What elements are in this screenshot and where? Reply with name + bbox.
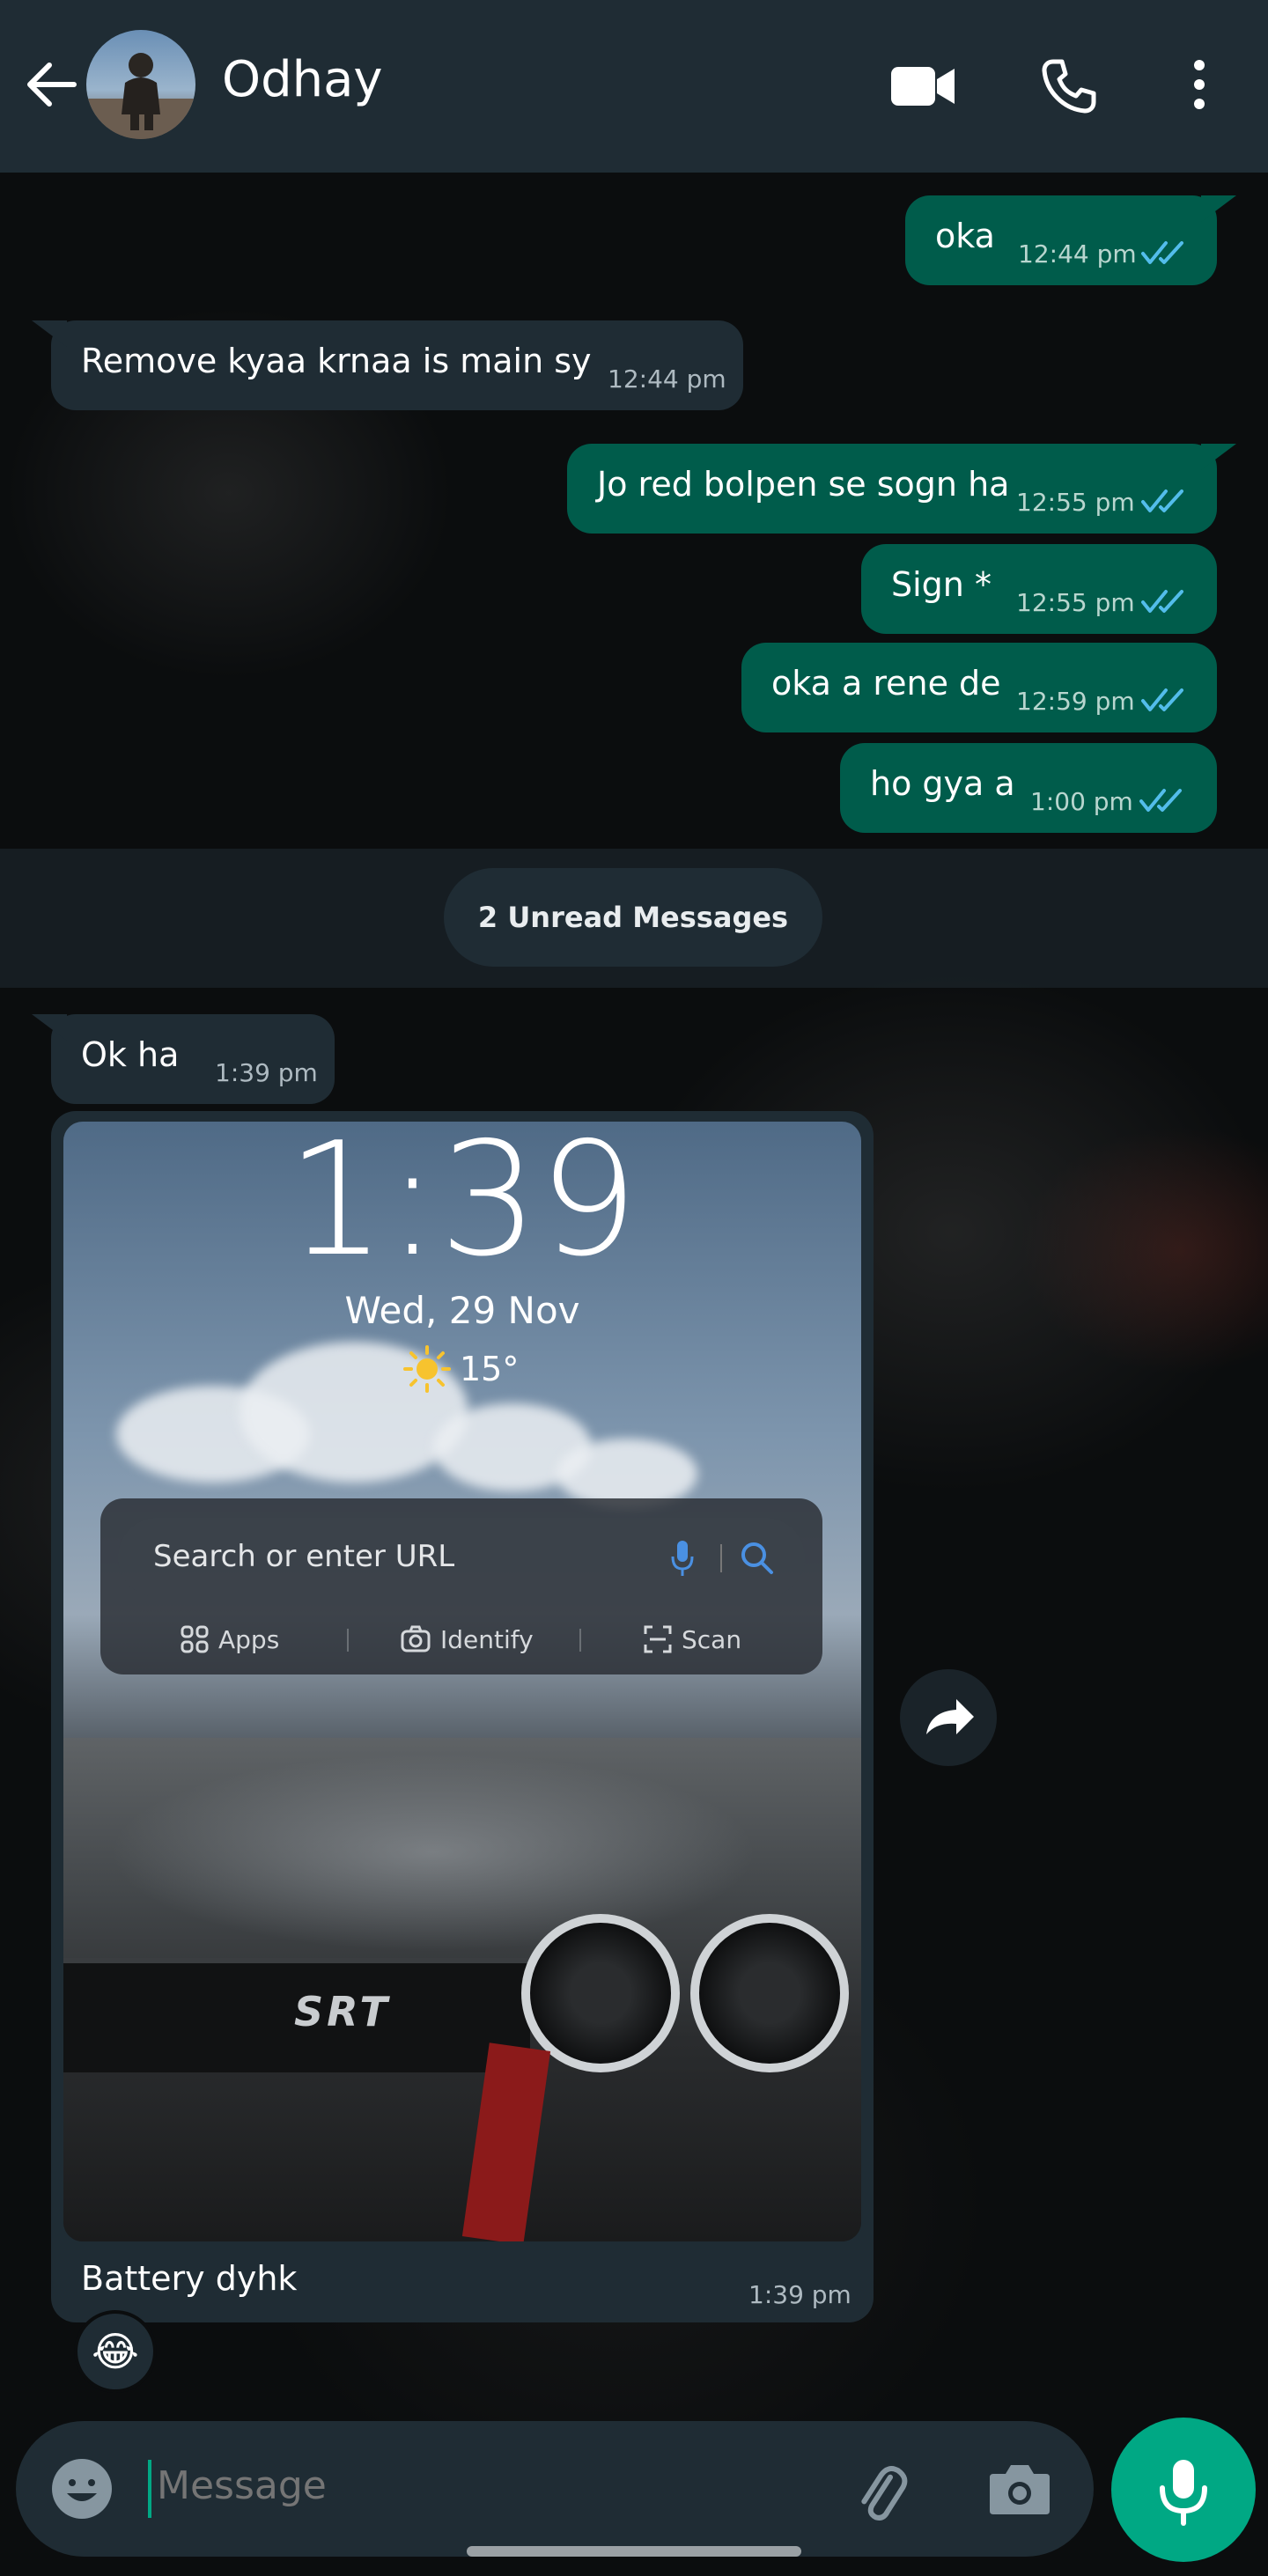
lockscreen-time: 1:39 [286, 1122, 638, 1291]
message-reaction[interactable]: 😂 [74, 2310, 157, 2393]
apps-icon [181, 1625, 209, 1653]
read-receipt-icon [1141, 241, 1183, 264]
divider [347, 1629, 349, 1652]
read-receipt-icon [1141, 590, 1183, 613]
message-text: Ok ha [81, 1035, 180, 1074]
contact-name[interactable]: Odhay [222, 51, 383, 108]
chat-header: Odhay [0, 0, 1268, 173]
mic-icon [1160, 2460, 1207, 2526]
emoji-icon[interactable] [49, 2456, 114, 2521]
message-time: 12:59 pm [1016, 687, 1135, 716]
read-receipt-icon [1141, 688, 1183, 711]
message-time: 1:00 pm [1030, 787, 1133, 816]
message-time: 12:44 pm [1018, 239, 1137, 269]
weather-widget: 15° [403, 1345, 519, 1393]
unread-messages-badge: 2 Unread Messages [444, 868, 822, 967]
search-icon [741, 1542, 773, 1574]
lockscreen-date: Wed, 29 Nov [344, 1289, 580, 1332]
message-text: Jo red bolpen se sogn ha [597, 465, 1010, 504]
video-call-icon[interactable] [889, 62, 956, 111]
avatar[interactable] [86, 30, 195, 139]
message-bubble-outgoing[interactable]: ho gya a 1:00 pm [840, 743, 1217, 833]
text-cursor [148, 2460, 151, 2518]
message-text: oka a rene de [771, 664, 1001, 703]
search-widget: Search or enter URL Apps Identify Scan [100, 1498, 822, 1674]
camera-icon[interactable] [986, 2460, 1053, 2518]
read-receipt-icon [1139, 789, 1182, 812]
message-text: Remove kyaa krnaa is main sy [81, 342, 592, 380]
message-input[interactable] [157, 2463, 773, 2508]
search-placeholder: Search or enter URL [153, 1539, 455, 1574]
quick-action-scan: Scan [643, 1622, 741, 1657]
shared-screenshot-image[interactable]: 1:39 Wed, 29 Nov 15° Search or enter URL… [63, 1122, 861, 2241]
message-time: 12:55 pm [1016, 588, 1135, 617]
message-bubble-outgoing[interactable]: Jo red bolpen se sogn ha 12:55 pm [567, 444, 1236, 534]
car-headlight [690, 1914, 849, 2072]
quick-action-label: Scan [682, 1624, 742, 1654]
scan-icon [644, 1625, 672, 1653]
message-bubble-outgoing[interactable]: oka a rene de 12:59 pm [741, 643, 1217, 732]
more-options-icon[interactable] [1189, 56, 1210, 113]
message-bubble-incoming[interactable]: Remove kyaa krnaa is main sy 12:44 pm [32, 320, 743, 410]
message-bubble-outgoing[interactable]: oka 12:44 pm [905, 195, 1236, 285]
quick-action-label: Apps [218, 1624, 280, 1654]
weather-temp: 15° [460, 1350, 520, 1388]
divider [579, 1629, 581, 1652]
attach-icon[interactable] [847, 2460, 914, 2527]
message-composer [16, 2421, 1094, 2557]
camera-icon [401, 1625, 431, 1652]
search-bar: Search or enter URL [118, 1518, 805, 1597]
message-time: 1:39 pm [215, 1058, 318, 1087]
quick-action-apps: Apps [180, 1622, 279, 1657]
message-text: oka [935, 217, 995, 255]
image-caption: Battery dyhk [81, 2259, 298, 2298]
quick-action-label: Identify [440, 1624, 534, 1654]
message-text: Sign * [891, 565, 992, 604]
message-bubble-outgoing[interactable]: Sign * 12:55 pm [861, 544, 1217, 634]
quick-action-identify: Identify [400, 1622, 534, 1657]
home-indicator[interactable] [467, 2546, 801, 2557]
message-time: 12:55 pm [1016, 488, 1135, 517]
car-headlight [521, 1914, 680, 2072]
read-receipt-icon [1141, 489, 1183, 512]
forward-icon[interactable] [900, 1669, 997, 1766]
message-time: 12:44 pm [608, 364, 726, 394]
back-arrow-icon[interactable] [23, 56, 79, 113]
sun-icon [403, 1345, 451, 1393]
voice-call-icon[interactable] [1041, 58, 1097, 114]
image-time: 1:39 pm [748, 2280, 851, 2309]
mic-icon [671, 1541, 694, 1576]
message-bubble-incoming[interactable]: Ok ha 1:39 pm [32, 1014, 335, 1104]
car-badge-text: SRT [294, 1988, 391, 2035]
voice-message-button[interactable] [1111, 2418, 1256, 2562]
message-text: ho gya a [870, 764, 1015, 803]
divider [720, 1544, 722, 1572]
